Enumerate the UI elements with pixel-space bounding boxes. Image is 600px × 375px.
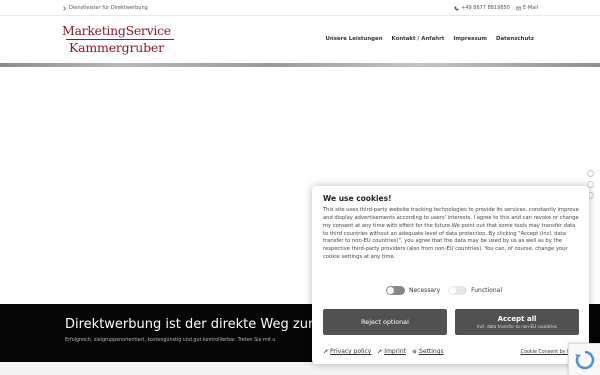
imprint-label: Imprint xyxy=(384,348,407,355)
toggle-necessary[interactable]: Necessary xyxy=(386,286,440,295)
toggle-functional[interactable]: Functional xyxy=(448,286,502,295)
imprint-link[interactable]: Imprint xyxy=(377,348,406,355)
accept-all-sublabel: incl. data transfer to non-EU countries xyxy=(477,324,557,329)
link-icon xyxy=(378,349,382,354)
phone-link[interactable]: +49 8677 8819850 xyxy=(454,5,510,11)
top-bar: Dienstleister für Direktwerbung +49 8677… xyxy=(0,0,600,16)
cookie-body-text: This site uses third-party website track… xyxy=(323,207,579,261)
gear-icon xyxy=(412,349,417,354)
toggle-necessary-label: Necessary xyxy=(409,287,441,294)
accept-all-label: Accept all xyxy=(497,315,537,323)
email-link[interactable]: E-Mail xyxy=(516,5,538,11)
banner-heading: Direktwerbung ist der direkte Weg zum Ku xyxy=(65,317,341,332)
cookie-links: Privacy policy Imprint Settings xyxy=(323,348,444,355)
privacy-policy-label: Privacy policy xyxy=(330,348,372,355)
site-header: MarketingService Kammergruber Unsere Lei… xyxy=(0,16,600,63)
nav-item-datenschutz[interactable]: Datenschutz xyxy=(496,36,534,42)
settings-link[interactable]: Settings xyxy=(412,348,444,355)
contact-info: +49 8677 8819850 E-Mail xyxy=(454,5,538,11)
toggle-functional-label: Functional xyxy=(471,287,502,294)
logo-line-1: MarketingService xyxy=(62,23,171,38)
cookie-title: We use cookies! xyxy=(323,194,392,203)
functional-switch[interactable] xyxy=(448,286,468,295)
tagline-text: Dienstleister für Direktwerbung xyxy=(69,5,148,11)
link-icon xyxy=(323,349,328,354)
nav-item-leistungen[interactable]: Unsere Leistungen xyxy=(326,36,383,42)
recaptcha-icon xyxy=(575,350,595,370)
chevron-right-icon xyxy=(63,5,67,11)
envelope-icon xyxy=(516,6,521,10)
cookie-toggles: Necessary Functional xyxy=(386,286,502,295)
recaptcha-badge[interactable] xyxy=(568,343,600,375)
slider-dot[interactable] xyxy=(587,170,594,177)
cookie-consent-dialog: We use cookies! This site uses third-par… xyxy=(312,186,589,364)
privacy-policy-link[interactable]: Privacy policy xyxy=(323,348,371,355)
main-nav: Unsere Leistungen Kontakt / Anfahrt Impr… xyxy=(326,36,534,42)
banner-subtext: Erfolgreich, zielgruppenorientiert, kost… xyxy=(65,338,276,343)
tagline: Dienstleister für Direktwerbung xyxy=(62,5,148,11)
accept-all-button[interactable]: Accept all incl. data transfer to non-EU… xyxy=(455,309,579,335)
necessary-switch[interactable] xyxy=(386,286,405,295)
email-text: E-Mail xyxy=(522,5,538,11)
nav-item-impressum[interactable]: Impressum xyxy=(453,36,487,42)
company-logo[interactable]: MarketingService Kammergruber xyxy=(62,24,174,55)
nav-item-kontakt[interactable]: Kontakt / Anfahrt xyxy=(392,36,445,42)
phone-text: +49 8677 8819850 xyxy=(461,5,510,11)
logo-line-2: Kammergruber xyxy=(69,40,164,55)
reject-optional-button[interactable]: Reject optional xyxy=(323,309,447,335)
settings-label: Settings xyxy=(419,348,444,355)
phone-icon xyxy=(454,6,459,10)
